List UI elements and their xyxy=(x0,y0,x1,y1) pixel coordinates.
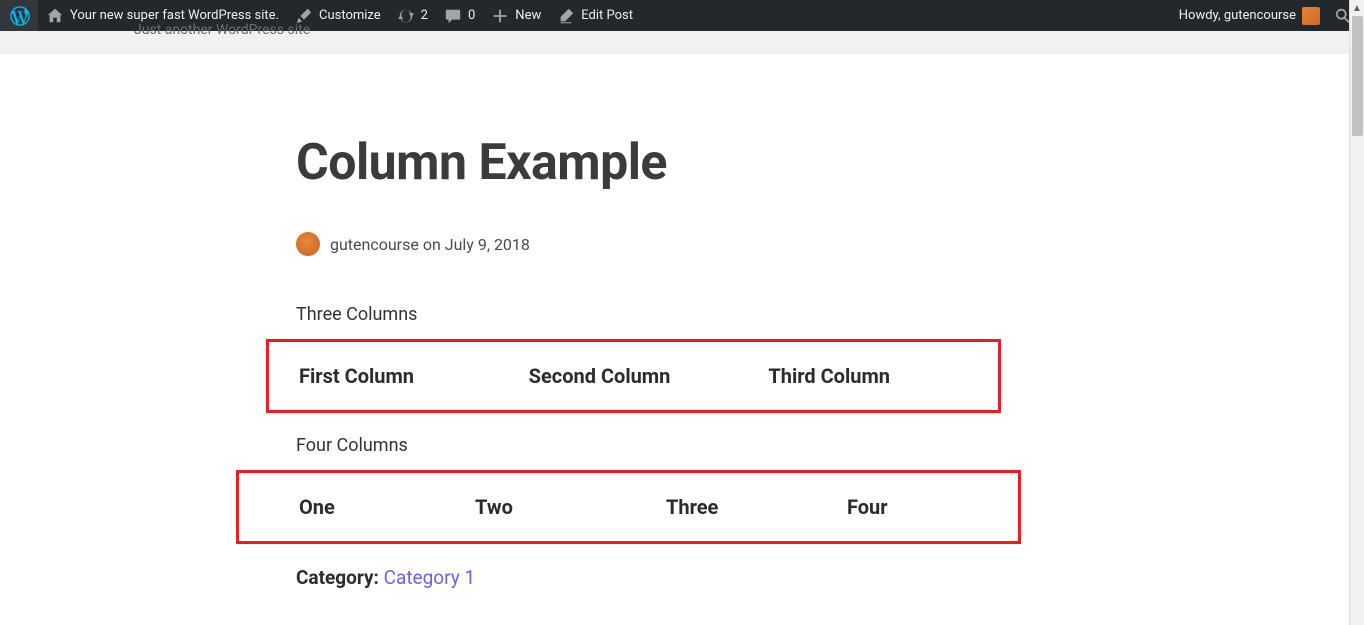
update-icon xyxy=(397,7,415,25)
site-tagline: Just another WordPress site xyxy=(134,22,310,38)
new-label: New xyxy=(515,8,541,23)
home-icon xyxy=(46,7,64,25)
admin-bar-right: Howdy, gutencourse xyxy=(1171,0,1358,31)
col-1: One xyxy=(239,495,470,519)
edit-post-menu[interactable]: Edit Post xyxy=(549,0,641,31)
col-3: Three xyxy=(646,495,837,519)
author-avatar xyxy=(296,232,320,256)
post-byline: gutencourse on July 9, 2018 xyxy=(296,232,1349,256)
new-content-menu[interactable]: New xyxy=(483,0,549,31)
col-3: Third Column xyxy=(758,364,998,388)
site-name-text: Your new super fast WordPress site. xyxy=(70,8,279,23)
updates-count: 2 xyxy=(421,8,428,23)
plus-icon xyxy=(491,7,509,25)
byline-text: gutencourse on July 9, 2018 xyxy=(330,235,530,254)
comments-menu[interactable]: 0 xyxy=(436,0,483,31)
updates-menu[interactable]: 2 xyxy=(389,0,436,31)
post-title: Column Example xyxy=(296,134,1349,192)
category-link[interactable]: Category 1 xyxy=(384,566,475,589)
author-link[interactable]: gutencourse xyxy=(330,235,419,254)
howdy-text: Howdy, gutencourse xyxy=(1179,8,1296,23)
wordpress-logo-icon xyxy=(10,6,30,26)
comment-icon xyxy=(444,7,462,25)
post-category: Category: Category 1 xyxy=(296,566,1349,589)
admin-bar-left: Your new super fast WordPress site. Cust… xyxy=(0,0,641,31)
comments-count: 0 xyxy=(468,8,475,23)
category-label: Category: xyxy=(296,566,384,589)
pencil-icon xyxy=(557,7,575,25)
col-1: First Column xyxy=(269,364,529,388)
wp-logo-menu[interactable] xyxy=(0,0,38,31)
scroll-up-arrow[interactable]: ▲ xyxy=(1350,0,1364,16)
customize-label: Customize xyxy=(319,8,381,23)
my-account-menu[interactable]: Howdy, gutencourse xyxy=(1171,0,1328,31)
user-avatar xyxy=(1302,7,1320,25)
scroll-thumb[interactable] xyxy=(1352,16,1363,136)
col-2: Two xyxy=(470,495,646,519)
four-columns-label: Four Columns xyxy=(296,435,1349,456)
three-columns-block: First Column Second Column Third Column xyxy=(266,339,1001,413)
post: Column Example gutencourse on July 9, 20… xyxy=(296,54,1349,589)
col-4: Four xyxy=(837,495,1018,519)
col-2: Second Column xyxy=(529,364,759,388)
browser-scrollbar[interactable]: ▲ xyxy=(1349,0,1364,625)
four-columns-block: One Two Three Four xyxy=(236,470,1021,544)
post-date[interactable]: July 9, 2018 xyxy=(445,235,530,254)
page-content: Column Example gutencourse on July 9, 20… xyxy=(0,54,1349,625)
edit-post-label: Edit Post xyxy=(581,8,633,23)
three-columns-label: Three Columns xyxy=(296,304,1349,325)
